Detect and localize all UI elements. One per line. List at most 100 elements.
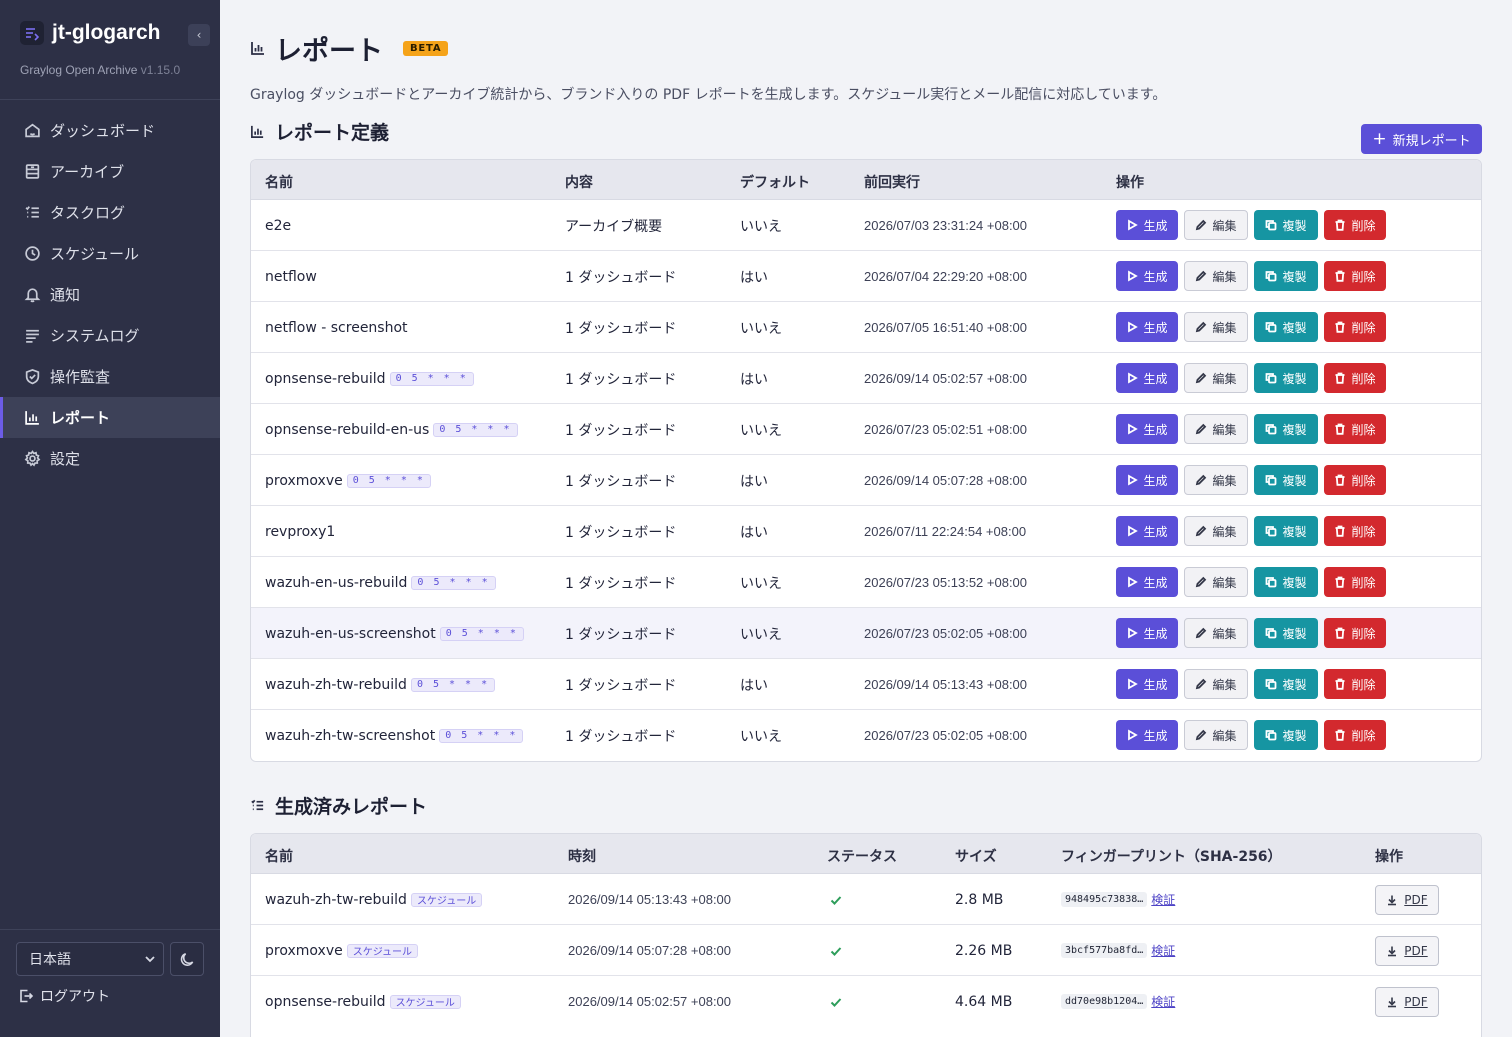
delete-button[interactable]: 削除 — [1324, 465, 1386, 495]
generate-button[interactable]: 生成 — [1116, 465, 1178, 495]
generate-button[interactable]: 生成 — [1116, 618, 1178, 648]
duplicate-button[interactable]: 複製 — [1254, 363, 1318, 393]
generate-button[interactable]: 生成 — [1116, 210, 1178, 240]
delete-button[interactable]: 削除 — [1324, 567, 1386, 597]
generate-button[interactable]: 生成 — [1116, 363, 1178, 393]
content-cell: 1 ダッシュボード — [565, 269, 677, 286]
edit-button[interactable]: 編集 — [1184, 618, 1248, 648]
delete-button[interactable]: 削除 — [1324, 261, 1386, 291]
sidebar-item-reports[interactable]: レポート — [0, 397, 220, 438]
edit-button[interactable]: 編集 — [1184, 363, 1248, 393]
duplicate-button[interactable]: 複製 — [1254, 312, 1318, 342]
pencil-icon — [1196, 576, 1207, 588]
generate-button[interactable]: 生成 — [1116, 669, 1178, 699]
lines-icon — [26, 329, 39, 343]
sidebar-item-notifications[interactable]: 通知 — [0, 274, 220, 315]
fingerprint-value: 3bcf577ba8fd… — [1061, 943, 1148, 958]
delete-button[interactable]: 削除 — [1324, 618, 1386, 648]
cron-badge: 0 5 * * * — [346, 473, 431, 488]
table-row: proxmoxve スケジュール 2026/09/14 05:07:28 +08:0… — [251, 925, 1481, 976]
generate-button[interactable]: 生成 — [1116, 261, 1178, 291]
play-icon — [1128, 474, 1139, 486]
duplicate-button[interactable]: 複製 — [1254, 516, 1318, 546]
edit-label: 編集 — [1212, 728, 1237, 743]
edit-button[interactable]: 編集 — [1184, 516, 1248, 546]
edit-button[interactable]: 編集 — [1184, 210, 1248, 240]
verify-link[interactable]: 検証 — [1151, 942, 1175, 959]
table-row: opnsense-rebuild-en-us 0 5 * * * 1 ダッシュボード… — [251, 404, 1481, 455]
sidebar-item-dashboard[interactable]: ダッシュボード — [0, 110, 220, 151]
delete-label: 削除 — [1351, 320, 1376, 335]
edit-button[interactable]: 編集 — [1184, 261, 1248, 291]
new-report-button[interactable]: + 新規レポート — [1361, 124, 1482, 154]
table-row: revproxy1 1 ダッシュボード はい 2026/07/11 22:24:54 … — [251, 506, 1481, 557]
generate-button[interactable]: 生成 — [1116, 312, 1178, 342]
duplicate-button[interactable]: 複製 — [1254, 414, 1318, 444]
sidebar-item-label: レポート — [50, 409, 111, 427]
content-cell: 1 ダッシュボード — [565, 626, 677, 643]
language-select[interactable]: 日本語 — [16, 942, 164, 976]
play-icon — [1128, 729, 1139, 741]
generate-label: 生成 — [1143, 677, 1168, 692]
edit-button[interactable]: 編集 — [1184, 414, 1248, 444]
copy-icon — [1266, 628, 1277, 639]
download-pdf-button[interactable]: PDF — [1375, 935, 1439, 966]
download-pdf-button[interactable]: PDF — [1375, 986, 1439, 1017]
duplicate-button[interactable]: 複製 — [1254, 465, 1318, 495]
delete-button[interactable]: 削除 — [1324, 363, 1386, 393]
edit-label: 編集 — [1212, 320, 1237, 335]
sidebar-item-archive[interactable]: アーカイブ — [0, 151, 220, 192]
generate-button[interactable]: 生成 — [1116, 567, 1178, 597]
edit-button[interactable]: 編集 — [1184, 567, 1248, 597]
sidebar-item-schedule[interactable]: スケジュール — [0, 233, 220, 274]
edit-button[interactable]: 編集 — [1184, 720, 1248, 750]
duplicate-label: 複製 — [1282, 677, 1307, 692]
column-header: 操作 — [1116, 175, 1144, 191]
size-cell: 2.8 MB — [955, 891, 1004, 908]
collapse-sidebar-button[interactable]: ‹ — [188, 24, 210, 46]
table-row: wazuh-zh-tw-rebuild 0 5 * * * 1 ダッシュボード はい 2… — [251, 659, 1481, 710]
delete-button[interactable]: 削除 — [1324, 210, 1386, 240]
report-name-cell: wazuh-en-us-screenshot 0 5 * * * — [265, 608, 524, 659]
sidebar: jt-glogarch ‹ Graylog Open Archive v1.15… — [0, 0, 220, 1037]
generate-button[interactable]: 生成 — [1116, 720, 1178, 750]
duplicate-button[interactable]: 複製 — [1254, 261, 1318, 291]
duplicate-button[interactable]: 複製 — [1254, 720, 1318, 750]
duplicate-button[interactable]: 複製 — [1254, 567, 1318, 597]
generate-button[interactable]: 生成 — [1116, 516, 1178, 546]
delete-button[interactable]: 削除 — [1324, 414, 1386, 444]
edit-label: 編集 — [1212, 575, 1237, 590]
verify-link[interactable]: 検証 — [1151, 993, 1175, 1010]
duplicate-button[interactable]: 複製 — [1254, 210, 1318, 240]
edit-button[interactable]: 編集 — [1184, 312, 1248, 342]
list-icon — [25, 206, 39, 218]
play-icon — [1128, 525, 1139, 537]
sidebar-item-systemlog[interactable]: システムログ — [0, 315, 220, 356]
trash-icon — [1335, 321, 1345, 333]
delete-button[interactable]: 削除 — [1324, 720, 1386, 750]
sidebar-item-settings[interactable]: 設定 — [0, 438, 220, 479]
duplicate-button[interactable]: 複製 — [1254, 669, 1318, 699]
generate-button[interactable]: 生成 — [1116, 414, 1178, 444]
delete-button[interactable]: 削除 — [1324, 516, 1386, 546]
table-body: e2e アーカイブ概要 いいえ 2026/07/03 23:31:24 +08:00 生… — [251, 200, 1481, 761]
size-cell: 4.64 MB — [955, 993, 1013, 1010]
sidebar-item-audit[interactable]: 操作監査 — [0, 356, 220, 397]
pdf-label: PDF — [1404, 892, 1428, 907]
edit-button[interactable]: 編集 — [1184, 669, 1248, 699]
theme-toggle-button[interactable] — [170, 942, 204, 976]
logout-link[interactable]: ログアウト — [18, 986, 110, 1006]
sidebar-item-tasklog[interactable]: タスクログ — [0, 192, 220, 233]
edit-button[interactable]: 編集 — [1184, 465, 1248, 495]
delete-button[interactable]: 削除 — [1324, 312, 1386, 342]
duplicate-label: 複製 — [1282, 371, 1307, 386]
duplicate-button[interactable]: 複製 — [1254, 618, 1318, 648]
edit-label: 編集 — [1212, 218, 1237, 233]
delete-button[interactable]: 削除 — [1324, 669, 1386, 699]
download-pdf-button[interactable]: PDF — [1375, 884, 1439, 915]
verify-link[interactable]: 検証 — [1151, 891, 1175, 908]
pencil-icon — [1196, 321, 1207, 333]
app-name: jt-glogarch — [52, 21, 161, 44]
brand: jt-glogarch — [20, 20, 210, 46]
sidebar-item-label: スケジュール — [50, 245, 139, 263]
